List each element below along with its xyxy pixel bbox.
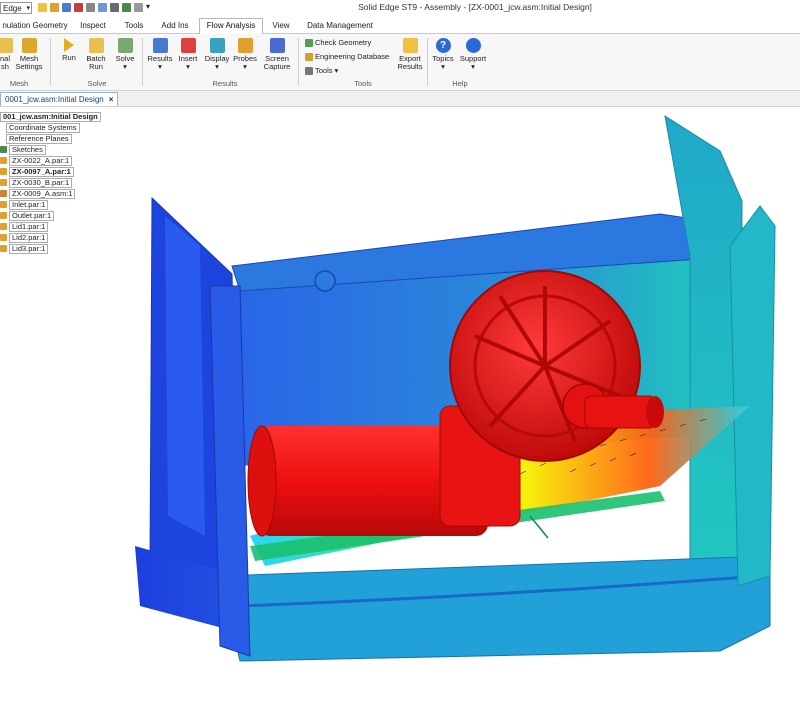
- results-button[interactable]: Results ▾: [146, 38, 174, 71]
- group-separator: [427, 38, 428, 86]
- results-group-label: Results: [212, 79, 238, 88]
- tools-icon: [305, 66, 313, 75]
- tree-item-part[interactable]: Lid2.par:1: [0, 232, 49, 243]
- tab-inspect[interactable]: Inspect: [76, 19, 110, 33]
- tools-group-label: Tools: [354, 79, 372, 88]
- screen-capture-button[interactable]: Screen Capture: [260, 38, 294, 71]
- results-icon: [152, 38, 168, 53]
- tree-item-sketches[interactable]: Sketches: [0, 144, 46, 155]
- chevron-down-icon: ▾: [441, 62, 445, 71]
- solve-button[interactable]: Solve ▾: [112, 38, 138, 71]
- part-icon: [0, 234, 7, 241]
- tree-item-part[interactable]: Outlet.par:1: [0, 210, 55, 221]
- probes-button[interactable]: Probes ▾: [231, 38, 259, 71]
- check-geometry-icon: [305, 38, 313, 47]
- part-icon: [0, 212, 7, 219]
- tree-item-reference-planes[interactable]: Reference Planes: [6, 133, 72, 144]
- tab-view[interactable]: View: [268, 19, 294, 33]
- output-shaft-end: [646, 396, 664, 428]
- topics-button[interactable]: ? Topics ▾: [430, 38, 456, 71]
- part-icon: [0, 179, 7, 186]
- support-person-icon: [465, 38, 481, 53]
- mesh-button[interactable]: nal sh: [0, 38, 13, 71]
- engineering-database-button[interactable]: Engineering Database: [305, 52, 389, 61]
- chevron-down-icon: ▾: [186, 62, 190, 71]
- close-icon[interactable]: ×: [109, 93, 114, 106]
- support-button[interactable]: Support ▾: [458, 38, 488, 71]
- help-question-icon: ?: [435, 38, 451, 53]
- part-icon: [0, 245, 7, 252]
- camera-icon: [269, 38, 285, 53]
- housing-front-post-right: [729, 205, 776, 587]
- probes-icon: [237, 38, 253, 53]
- chevron-down-icon: ▾: [243, 62, 247, 71]
- batch-run-icon: [88, 38, 104, 53]
- tab-simulation-geometry[interactable]: nulation Geometry: [0, 19, 70, 33]
- play-icon: [64, 38, 74, 52]
- batch-run-button[interactable]: Batch Run: [84, 38, 108, 71]
- group-separator: [298, 38, 299, 86]
- flow-analysis-model: [135, 114, 776, 662]
- part-icon: [0, 223, 7, 230]
- group-separator: [50, 38, 51, 86]
- chevron-down-icon: ▾: [471, 62, 475, 71]
- motor-end-cap: [247, 425, 277, 537]
- tree-item-part[interactable]: ZX-0022_A.par:1: [0, 155, 73, 166]
- tree-item-part[interactable]: ZX-0030_B.par:1: [0, 177, 73, 188]
- document-tab-bar: 0001_jcw.asm:Initial Design ×: [0, 91, 800, 107]
- graphics-viewport[interactable]: [0, 106, 800, 720]
- solve-group-label: Solve: [87, 79, 107, 88]
- export-icon: [402, 38, 418, 53]
- tree-item-part[interactable]: Lid1.par:1: [0, 221, 49, 232]
- tree-item-part[interactable]: Inlet.par:1: [0, 199, 49, 210]
- insert-button[interactable]: Insert ▾: [176, 38, 200, 71]
- display-button[interactable]: Display ▾: [203, 38, 231, 71]
- tree-item-coordinate-systems[interactable]: Coordinate Systems: [6, 122, 80, 133]
- group-separator: [142, 38, 143, 86]
- mesh-settings-icon: [21, 38, 37, 53]
- mesh-group-label: Mesh: [9, 79, 29, 88]
- output-shaft: [584, 395, 656, 429]
- chevron-down-icon: ▾: [123, 62, 127, 71]
- database-icon: [305, 52, 313, 61]
- tree-item-subassembly[interactable]: ZX-0009_A.asm:1: [0, 188, 76, 199]
- chevron-down-icon: ▾: [215, 62, 219, 71]
- mounting-boss: [314, 270, 336, 292]
- ribbon-tabs: nulation Geometry Inspect Tools Add Ins …: [0, 17, 800, 35]
- window-title: Solid Edge ST9 - Assembly - [ZX-0001_jcw…: [358, 2, 592, 12]
- part-icon: [0, 201, 7, 208]
- assembly-icon: [0, 190, 7, 197]
- ribbon: nal sh Mesh Settings Mesh Run Batch Run …: [0, 34, 800, 91]
- run-button[interactable]: Run: [58, 38, 80, 62]
- tools-dropdown-button[interactable]: Tools ▾: [305, 66, 338, 75]
- help-group-label: Help: [452, 79, 468, 88]
- solve-icon: [117, 38, 133, 53]
- sketch-icon: [0, 146, 7, 153]
- tree-item-part[interactable]: Lid3.par:1: [0, 243, 49, 254]
- tab-add-ins[interactable]: Add Ins: [158, 19, 192, 33]
- housing-left-rib: [165, 216, 205, 536]
- insert-icon: [180, 38, 196, 53]
- tab-data-management[interactable]: Data Management: [304, 19, 376, 33]
- tab-tools[interactable]: Tools: [120, 19, 148, 33]
- check-geometry-button[interactable]: Check Geometry: [305, 38, 371, 47]
- mesh-settings-button[interactable]: Mesh Settings: [12, 38, 46, 71]
- export-results-button[interactable]: Export Results: [396, 38, 424, 71]
- document-tab[interactable]: 0001_jcw.asm:Initial Design ×: [0, 92, 119, 106]
- tree-item-part[interactable]: ZX-0097_A.par:1: [0, 166, 74, 177]
- chevron-down-icon: ▾: [158, 62, 162, 71]
- housing-front-lip: [219, 555, 771, 662]
- document-tab-label: 0001_jcw.asm:Initial Design: [5, 95, 104, 104]
- display-icon: [209, 38, 225, 53]
- part-icon: [0, 168, 7, 175]
- chevron-down-icon: ▾: [334, 66, 339, 75]
- tree-item-assembly[interactable]: 001_jcw.asm:Initial Design: [0, 111, 101, 122]
- part-icon: [0, 157, 7, 164]
- tab-flow-analysis[interactable]: Flow Analysis: [199, 18, 263, 35]
- title-bar: Edge ▾ ▾ Solid Edge ST9 - Assembly - [ZX…: [0, 0, 800, 16]
